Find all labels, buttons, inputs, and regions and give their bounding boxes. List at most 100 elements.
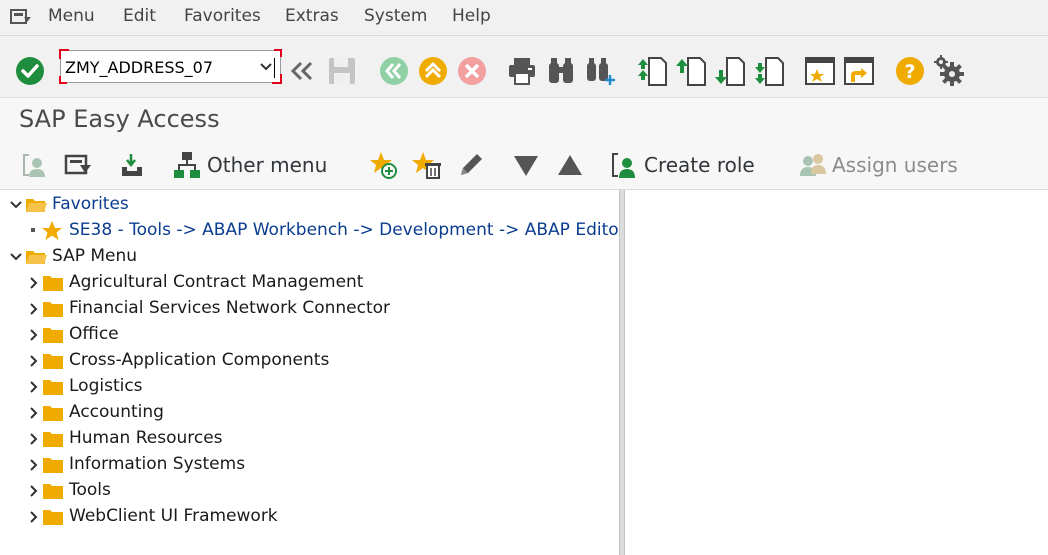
help-icon[interactable]: ? xyxy=(894,55,926,87)
shortcut-icon[interactable] xyxy=(843,55,875,87)
tree-node-label: Logistics xyxy=(69,376,143,396)
tree-node-folder[interactable]: Information Systems xyxy=(27,454,607,478)
tree-node-folder[interactable]: Accounting xyxy=(27,402,607,426)
tree-node-label: Agricultural Contract Management xyxy=(69,272,364,292)
user-menu-icon[interactable] xyxy=(20,150,50,180)
text-caret xyxy=(274,58,275,78)
title-bar: SAP Easy Access xyxy=(0,98,1048,140)
enter-check-icon[interactable] xyxy=(14,55,46,87)
menu-item-system[interactable]: System xyxy=(364,6,427,26)
business-workplace-icon[interactable] xyxy=(118,150,148,180)
page-title: SAP Easy Access xyxy=(19,105,220,133)
folder-icon xyxy=(42,508,64,526)
tree-node-favorite-se38[interactable]: SE38 - Tools -> ABAP Workbench -> Develo… xyxy=(41,220,626,244)
tree-node-label: Accounting xyxy=(69,402,164,422)
chevron-right-icon[interactable] xyxy=(27,353,41,367)
tree-node-label: SE38 - Tools -> ABAP Workbench -> Develo… xyxy=(69,220,626,240)
find-binoculars-icon[interactable] xyxy=(545,55,577,87)
chevron-right-icon[interactable] xyxy=(27,327,41,341)
next-page-icon[interactable] xyxy=(714,55,746,87)
chevron-right-icon[interactable] xyxy=(27,483,41,497)
chevron-right-icon[interactable] xyxy=(27,431,41,445)
folder-icon xyxy=(42,404,64,422)
chevron-down-icon[interactable] xyxy=(9,197,23,211)
create-role-button[interactable]: Create role xyxy=(644,153,755,177)
folder-icon xyxy=(42,300,64,318)
tree-node-sap-menu[interactable]: SAP Menu xyxy=(9,246,609,270)
new-session-icon[interactable] xyxy=(804,55,836,87)
folder-icon xyxy=(42,378,64,396)
tree-node-label: WebClient UI Framework xyxy=(69,506,278,526)
chevron-right-icon[interactable] xyxy=(27,405,41,419)
chevron-right-icon[interactable] xyxy=(27,509,41,523)
tree-node-label: Tools xyxy=(69,480,111,500)
menu-item-extras[interactable]: Extras xyxy=(285,6,339,26)
detail-panel xyxy=(625,190,1048,555)
chevron-down-icon[interactable] xyxy=(9,249,23,263)
menu-item-help[interactable]: Help xyxy=(452,6,491,26)
other-menu-button[interactable]: Other menu xyxy=(207,153,327,177)
create-role-icon[interactable] xyxy=(609,150,639,180)
previous-page-icon[interactable] xyxy=(675,55,707,87)
last-page-icon[interactable] xyxy=(753,55,785,87)
tree-node-label: Office xyxy=(69,324,119,344)
folder-icon xyxy=(42,456,64,474)
cancel-icon[interactable] xyxy=(456,55,488,87)
tree-node-label: Human Resources xyxy=(69,428,223,448)
tree-node-label: Cross-Application Components xyxy=(69,350,330,370)
open-folder-icon xyxy=(25,248,47,266)
first-page-icon[interactable] xyxy=(636,55,668,87)
folder-icon xyxy=(42,430,64,448)
exit-icon[interactable] xyxy=(417,55,449,87)
chevron-right-icon[interactable] xyxy=(27,379,41,393)
save-icon[interactable] xyxy=(326,55,358,87)
tree-node-label: SAP Menu xyxy=(52,246,138,266)
edit-pencil-icon[interactable] xyxy=(456,150,486,180)
command-input[interactable] xyxy=(65,54,245,80)
tree-node-folder[interactable]: Tools xyxy=(27,480,607,504)
delete-favorite-icon[interactable] xyxy=(412,150,442,180)
application-toolbar: Other menu Create role Assign users xyxy=(0,140,1048,190)
tree-node-label: Financial Services Network Connector xyxy=(69,298,390,318)
folder-icon xyxy=(42,482,64,500)
tree-node-label: Favorites xyxy=(52,194,129,214)
tree-node-folder[interactable]: Cross-Application Components xyxy=(27,350,607,374)
move-up-icon[interactable] xyxy=(555,150,585,180)
assign-users-button[interactable]: Assign users xyxy=(832,153,958,177)
tree-node-folder[interactable]: Office xyxy=(27,324,607,348)
chevron-right-icon[interactable] xyxy=(27,457,41,471)
chevron-right-icon[interactable] xyxy=(27,301,41,315)
print-icon[interactable] xyxy=(506,55,538,87)
gear-icon[interactable] xyxy=(933,55,965,87)
tree-node-folder[interactable]: WebClient UI Framework xyxy=(27,506,607,530)
chevron-down-icon[interactable] xyxy=(258,59,274,75)
command-field[interactable] xyxy=(59,49,282,84)
tree-bullet xyxy=(31,228,35,232)
folder-icon xyxy=(42,352,64,370)
svg-text:?: ? xyxy=(904,61,915,83)
tree-node-folder[interactable]: Logistics xyxy=(27,376,607,400)
chevron-right-icon[interactable] xyxy=(27,275,41,289)
tree-node-folder[interactable]: Human Resources xyxy=(27,428,607,452)
tree-node-folder[interactable]: Agricultural Contract Management xyxy=(27,272,607,296)
menu-bar: Menu Edit Favorites Extras System Help xyxy=(0,0,1048,36)
menu-tree: Favorites SE38 - Tools -> ABAP Workbench… xyxy=(0,190,626,555)
tree-node-label: Information Systems xyxy=(69,454,246,474)
system-toolbar: ? xyxy=(0,36,1048,98)
menu-item-menu[interactable]: Menu xyxy=(48,6,95,26)
tree-node-favorites[interactable]: Favorites xyxy=(9,194,609,218)
star-icon xyxy=(41,220,63,242)
tree-node-folder[interactable]: Financial Services Network Connector xyxy=(27,298,607,322)
assign-users-icon[interactable] xyxy=(798,150,828,180)
folder-icon xyxy=(42,274,64,292)
app-menu-icon[interactable] xyxy=(10,8,32,26)
find-next-icon[interactable] xyxy=(584,55,616,87)
sap-menu-icon[interactable] xyxy=(63,150,93,180)
menu-item-edit[interactable]: Edit xyxy=(123,6,156,26)
back-icon[interactable] xyxy=(378,55,410,87)
move-down-icon[interactable] xyxy=(511,150,541,180)
other-menu-icon[interactable] xyxy=(172,150,202,180)
collapse-command-icon[interactable] xyxy=(287,55,319,87)
add-favorite-icon[interactable] xyxy=(369,150,399,180)
menu-item-favorites[interactable]: Favorites xyxy=(184,6,261,26)
